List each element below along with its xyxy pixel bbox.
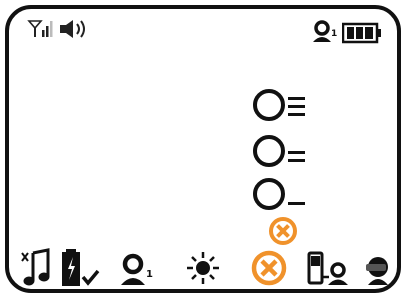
battery-check-icon bbox=[60, 247, 100, 289]
music-icon bbox=[20, 247, 54, 289]
signal-icon bbox=[27, 20, 53, 37]
bottom-icon-bar: 1 bbox=[20, 247, 390, 289]
x-circle-icon bbox=[267, 215, 299, 247]
head-icon bbox=[364, 247, 390, 289]
status-bar-right: 1 bbox=[312, 20, 388, 46]
sensor-index-label: 1 bbox=[331, 29, 338, 39]
x-circle-icon bbox=[248, 247, 290, 289]
speaker-icon bbox=[60, 20, 85, 38]
brightness-icon bbox=[185, 247, 221, 289]
level-indicator-high bbox=[250, 86, 320, 124]
level-indicator-medium bbox=[250, 132, 320, 170]
battery-icon bbox=[342, 22, 381, 44]
phone-sensor-icon bbox=[307, 247, 351, 289]
status-bar-left bbox=[27, 18, 107, 42]
sensor-icon bbox=[120, 247, 152, 289]
level-indicator-low bbox=[250, 175, 320, 213]
sensor-index-label: 1 bbox=[146, 269, 153, 280]
